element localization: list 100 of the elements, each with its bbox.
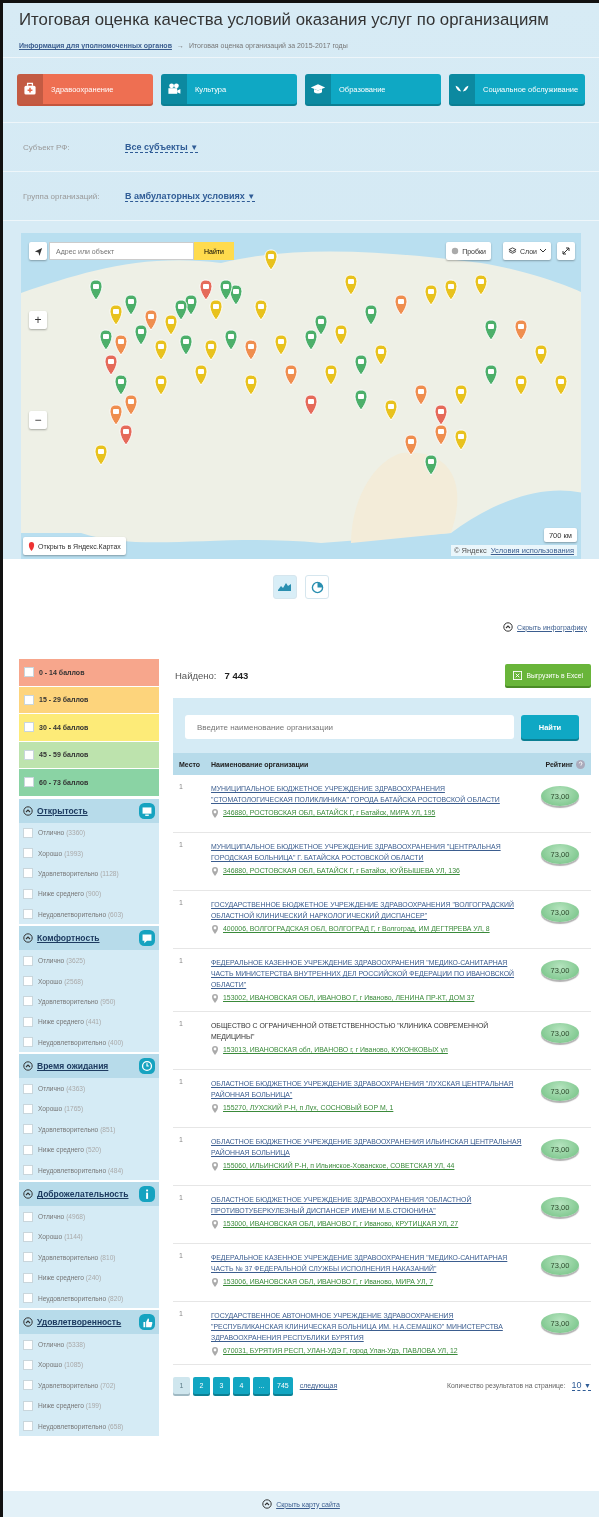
map-marker-icon[interactable] — [414, 384, 428, 406]
checkbox[interactable] — [23, 848, 33, 859]
map-marker-icon[interactable] — [444, 279, 458, 301]
map-marker-icon[interactable] — [354, 389, 368, 411]
map-view-button[interactable] — [273, 575, 297, 599]
checkbox[interactable] — [23, 888, 33, 899]
map-marker-icon[interactable] — [484, 364, 498, 386]
map-marker-icon[interactable] — [274, 334, 288, 356]
checkbox[interactable] — [23, 1400, 33, 1411]
map-marker-icon[interactable] — [244, 339, 258, 361]
map-marker-icon[interactable] — [134, 324, 148, 346]
map-marker-icon[interactable] — [514, 319, 528, 341]
map-marker-icon[interactable] — [354, 354, 368, 376]
map-marker-icon[interactable] — [304, 394, 318, 416]
expand-toggle-icon[interactable] — [23, 1317, 33, 1328]
checkbox[interactable] — [24, 777, 34, 788]
map-marker-icon[interactable] — [454, 429, 468, 451]
organization-search-field[interactable]: Введите наименование организации — [185, 715, 514, 739]
map-marker-icon[interactable] — [424, 454, 438, 476]
map-marker-icon[interactable] — [324, 364, 338, 386]
map-marker-icon[interactable] — [314, 314, 328, 336]
fullscreen-button[interactable] — [557, 242, 575, 260]
map-marker-icon[interactable] — [124, 294, 138, 316]
map-marker-icon[interactable] — [264, 249, 278, 271]
map-marker-icon[interactable] — [114, 334, 128, 356]
map-marker-icon[interactable] — [484, 319, 498, 341]
map-marker-icon[interactable] — [99, 329, 113, 351]
map-marker-icon[interactable] — [454, 384, 468, 406]
map-marker-icon[interactable] — [94, 444, 108, 466]
map-marker-icon[interactable] — [334, 324, 348, 346]
expand-toggle-icon[interactable] — [23, 805, 33, 816]
map-marker-icon[interactable] — [219, 279, 233, 301]
map-marker-icon[interactable] — [164, 314, 178, 336]
map-marker-icon[interactable] — [204, 339, 218, 361]
expand-toggle-icon[interactable] — [23, 1189, 33, 1200]
map-marker-icon[interactable] — [124, 394, 138, 416]
locate-button[interactable] — [29, 242, 47, 260]
checkbox[interactable] — [23, 1380, 33, 1391]
collapse-icon[interactable] — [503, 622, 514, 632]
map-marker-icon[interactable] — [514, 374, 528, 396]
map-marker-icon[interactable] — [254, 299, 268, 321]
map-marker-icon[interactable] — [194, 364, 208, 386]
checkbox[interactable] — [23, 1144, 33, 1155]
map-marker-icon[interactable] — [474, 274, 488, 296]
map-marker-icon[interactable] — [224, 329, 238, 351]
map-marker-icon[interactable] — [434, 424, 448, 446]
checkbox[interactable] — [24, 722, 34, 733]
map-marker-icon[interactable] — [174, 299, 188, 321]
checkbox[interactable] — [23, 976, 33, 987]
map-marker-icon[interactable] — [284, 364, 298, 386]
zoom-out-button[interactable]: − — [29, 411, 47, 429]
checkbox[interactable] — [23, 1339, 33, 1350]
map-marker-icon[interactable] — [114, 374, 128, 396]
expand-toggle-icon[interactable] — [23, 933, 33, 944]
checkbox[interactable] — [24, 749, 34, 760]
map-marker-icon[interactable] — [109, 404, 123, 426]
filter-dropdown[interactable]: В амбулаторных условиях ▼ — [125, 190, 256, 202]
zoom-in-button[interactable]: + — [29, 311, 47, 329]
map-marker-icon[interactable] — [119, 424, 133, 446]
checkbox[interactable] — [24, 694, 34, 705]
map-marker-icon[interactable] — [244, 374, 258, 396]
map-marker-icon[interactable] — [89, 279, 103, 301]
checkbox[interactable] — [23, 909, 33, 920]
map-marker-icon[interactable] — [179, 334, 193, 356]
map-marker-icon[interactable] — [154, 374, 168, 396]
checkbox[interactable] — [23, 955, 33, 966]
checkbox[interactable] — [23, 1231, 33, 1242]
map-marker-icon[interactable] — [104, 354, 118, 376]
checkbox[interactable] — [23, 1083, 33, 1094]
map-marker-icon[interactable] — [304, 329, 318, 351]
help-icon[interactable] — [576, 759, 585, 769]
map-marker-icon[interactable] — [374, 344, 388, 366]
map-marker-icon[interactable] — [534, 344, 548, 366]
map-marker-icon[interactable] — [394, 294, 408, 316]
map-marker-icon[interactable] — [434, 404, 448, 426]
checkbox[interactable] — [23, 1104, 33, 1114]
collapse-icon[interactable] — [262, 1499, 273, 1509]
checkbox[interactable] — [23, 1252, 33, 1263]
checkbox[interactable] — [23, 1016, 33, 1027]
expand-toggle-icon[interactable] — [23, 1061, 33, 1072]
checkbox[interactable] — [23, 868, 33, 879]
map-marker-icon[interactable] — [384, 399, 398, 421]
map-marker-icon[interactable] — [554, 374, 568, 396]
checkbox[interactable] — [23, 1272, 33, 1283]
checkbox[interactable] — [23, 1037, 33, 1048]
map-marker-icon[interactable] — [199, 279, 213, 301]
checkbox[interactable] — [23, 827, 33, 838]
map-marker-icon[interactable] — [209, 299, 223, 321]
map-marker-icon[interactable] — [344, 274, 358, 296]
checkbox[interactable] — [23, 1211, 33, 1222]
checkbox[interactable] — [24, 667, 34, 678]
checkbox[interactable] — [23, 1359, 33, 1370]
checkbox[interactable] — [23, 1421, 33, 1432]
map-marker-icon[interactable] — [109, 304, 123, 326]
filter-dropdown[interactable]: Все субъекты ▼ — [125, 141, 199, 153]
checkbox[interactable] — [23, 996, 33, 1007]
checkbox[interactable] — [23, 1165, 33, 1176]
map-marker-icon[interactable] — [404, 434, 418, 456]
map-marker-icon[interactable] — [154, 339, 168, 361]
map-marker-icon[interactable] — [364, 304, 378, 326]
